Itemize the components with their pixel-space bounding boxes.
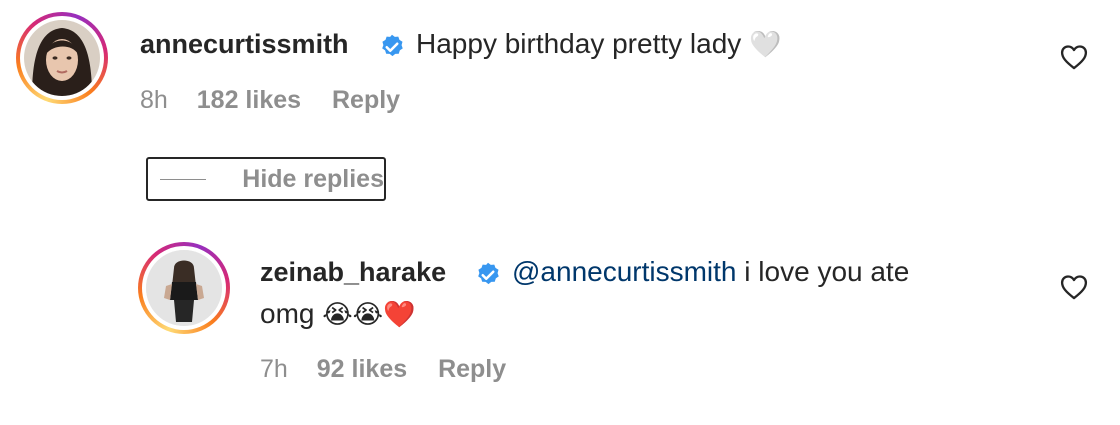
- thread-line: [160, 178, 207, 180]
- comment-time: 8h: [140, 86, 168, 114]
- reply-body: i love you ate: [736, 256, 910, 287]
- reply-meta: 7h 92 likes Reply: [260, 355, 506, 384]
- reply-body-continued: omg: [260, 298, 315, 329]
- reply-reply-button[interactable]: Reply: [438, 355, 506, 383]
- comment-likes[interactable]: 182 likes: [197, 86, 301, 114]
- comment-body: Happy birthday pretty lady: [416, 28, 742, 59]
- comment-reply-button[interactable]: Reply: [332, 86, 400, 114]
- hide-replies-button[interactable]: Hide replies: [146, 157, 386, 201]
- comment-text: Happy birthday pretty lady 🤍: [416, 28, 781, 60]
- heart-outline-icon[interactable]: [1060, 44, 1088, 75]
- reply-text-line2: omg 😭😭❤️: [260, 298, 415, 330]
- reply-emojis: 😭😭❤️: [322, 300, 416, 330]
- avatar-photo: [24, 20, 100, 96]
- heart-outline-icon[interactable]: [1060, 274, 1088, 305]
- reply-time: 7h: [260, 355, 288, 383]
- verified-badge-icon: [474, 261, 502, 294]
- verified-badge-icon: [378, 33, 406, 66]
- reply-username[interactable]: zeinab_harake: [260, 257, 446, 288]
- comment-username[interactable]: annecurtissmith: [140, 29, 349, 60]
- avatar-annecurtissmith[interactable]: [16, 12, 108, 104]
- reply-mention-link[interactable]: @annecurtissmith: [512, 256, 737, 287]
- avatar-zeinab-harake[interactable]: [138, 242, 230, 334]
- hide-replies-label: Hide replies: [242, 164, 384, 193]
- reply-text-line1: @annecurtissmith i love you ate: [512, 256, 909, 288]
- avatar-photo: [146, 250, 222, 326]
- white-heart-emoji: 🤍: [749, 30, 782, 60]
- comment-meta: 8h 182 likes Reply: [140, 86, 400, 115]
- reply-likes[interactable]: 92 likes: [317, 355, 407, 383]
